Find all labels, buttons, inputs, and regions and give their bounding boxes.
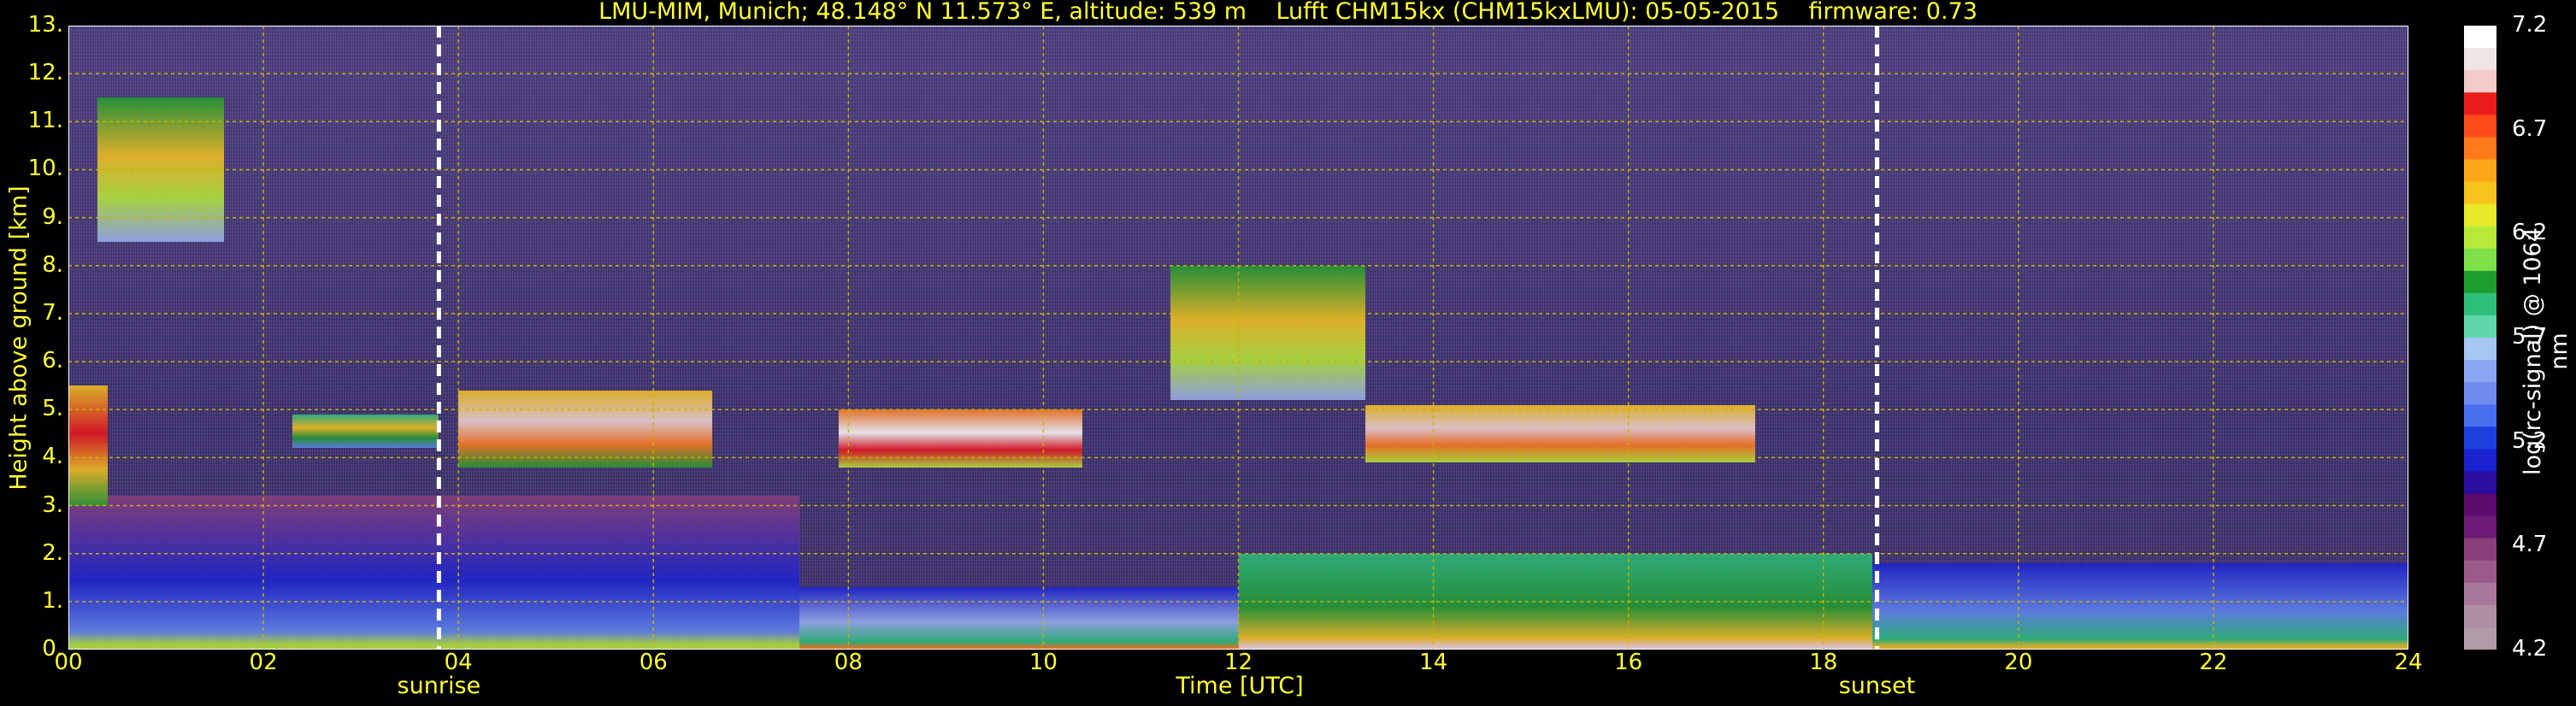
x-tick-label: 06 — [639, 650, 668, 675]
x-tick-label: 20 — [2004, 650, 2033, 675]
y-tick-label: 8. — [42, 251, 63, 278]
x-tick-label: 12 — [1223, 650, 1253, 675]
x-tick-label: 18 — [1809, 650, 1838, 675]
colorbar-segment — [2464, 292, 2496, 316]
colorbar-tick-label: 4.2 — [2512, 636, 2548, 662]
colorbar-segment — [2464, 315, 2496, 338]
colorbar-segment — [2464, 137, 2496, 160]
y-tick-label: 2. — [42, 539, 63, 566]
x-tick-label: 14 — [1419, 650, 1448, 675]
colorbar-segment — [2464, 48, 2496, 71]
colorbar-segment — [2464, 92, 2496, 115]
colorbar-segment — [2464, 159, 2496, 182]
y-tick-label: 5. — [42, 396, 63, 422]
y-tick-label: 12. — [27, 60, 63, 86]
colorbar-segment — [2464, 449, 2496, 472]
x-tick-label: 16 — [1614, 650, 1643, 675]
colorbar-tick-label: 4.7 — [2512, 532, 2548, 558]
x-tick-label: 22 — [2199, 650, 2228, 675]
y-tick-label: 6. — [42, 348, 63, 374]
colorbar-tick-label: 6.7 — [2512, 115, 2548, 142]
colorbar-segment — [2464, 627, 2496, 650]
colorbar-segment — [2464, 181, 2496, 205]
colorbar-segment — [2464, 203, 2496, 227]
colorbar-segment — [2464, 360, 2496, 383]
x-tick-label: 10 — [1029, 650, 1058, 675]
colorbar-segment — [2464, 582, 2496, 606]
plot-frame — [68, 26, 2408, 650]
colorbar-segment — [2464, 115, 2496, 138]
colorbar-segment — [2464, 270, 2496, 294]
y-tick-label: 4. — [42, 444, 63, 470]
colorbar — [2464, 26, 2496, 650]
y-tick-label: 10. — [27, 156, 63, 182]
colorbar-tick-label: 7.2 — [2512, 12, 2548, 38]
x-tick-label: 00 — [54, 650, 83, 675]
colorbar-segment — [2464, 515, 2496, 539]
sunrise-label: sunrise — [397, 673, 481, 699]
colorbar-segment — [2464, 471, 2496, 494]
x-tick-label: 24 — [2394, 650, 2423, 675]
colorbar-segment — [2464, 604, 2496, 628]
y-tick-label: 9. — [42, 203, 63, 230]
colorbar-segment — [2464, 560, 2496, 584]
y-axis-label: Height above ground [km] — [5, 185, 32, 491]
colorbar-segment — [2464, 538, 2496, 562]
y-tick-label: 1. — [42, 587, 63, 614]
x-tick-label: 04 — [444, 650, 473, 675]
x-tick-label: 02 — [249, 650, 278, 675]
colorbar-segment — [2464, 248, 2496, 272]
colorbar-segment — [2464, 226, 2496, 250]
chart-grid — [68, 26, 2408, 650]
x-axis-label: Time [UTC] — [1176, 673, 1304, 699]
x-tick-label: 08 — [834, 650, 863, 675]
colorbar-segment — [2464, 70, 2496, 93]
y-tick-label: 13. — [27, 12, 63, 38]
chart-title: LMU-MIM, Munich; 48.148° N 11.573° E, al… — [598, 0, 1978, 25]
colorbar-segment — [2464, 26, 2496, 49]
colorbar-segment — [2464, 427, 2496, 450]
colorbar-label: log(rc-signal) @ 1064 nm — [2520, 227, 2573, 476]
y-tick-label: 3. — [42, 491, 63, 518]
colorbar-segment — [2464, 404, 2496, 427]
y-tick-label: 11. — [27, 108, 63, 134]
colorbar-segment — [2464, 382, 2496, 405]
colorbar-segment — [2464, 338, 2496, 361]
y-tick-label: 7. — [42, 299, 63, 326]
colorbar-segment — [2464, 493, 2496, 517]
sunset-label: sunset — [1838, 673, 1916, 699]
